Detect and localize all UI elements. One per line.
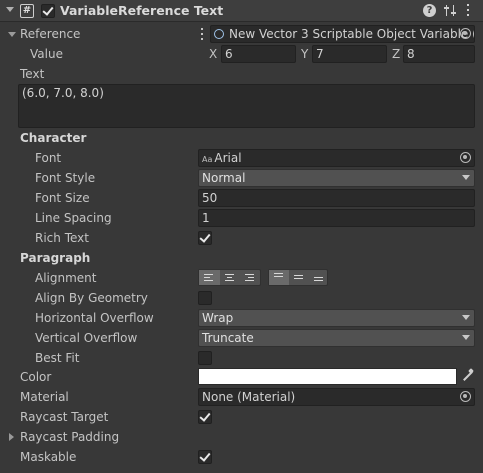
raycast-padding-label[interactable]: Raycast Padding: [20, 430, 119, 444]
horizontal-alignment-group[interactable]: [198, 269, 261, 286]
reference-value: New Vector 3 Scriptable Object Variable …: [229, 27, 475, 41]
material-value: None (Material): [202, 390, 296, 404]
script-hash-icon: #: [20, 4, 34, 18]
chevron-down-icon: [462, 315, 470, 320]
chevron-down-icon: [462, 335, 470, 340]
z-label[interactable]: Z: [392, 47, 400, 61]
more-vert-icon[interactable]: [466, 3, 470, 17]
font-asset-icon: Aa: [202, 155, 213, 164]
vertical-overflow-label: Vertical Overflow: [35, 331, 138, 345]
y-label[interactable]: Y: [301, 47, 308, 61]
font-style-value: Normal: [202, 171, 246, 185]
scriptable-object-icon: [214, 29, 224, 39]
component-enabled-checkbox[interactable]: [41, 4, 55, 18]
value-label: Value: [30, 47, 63, 61]
reference-options-icon[interactable]: [201, 28, 204, 40]
align-bottom-icon: [314, 277, 325, 283]
align-left-button[interactable]: [199, 270, 220, 285]
rich-text-label: Rich Text: [35, 231, 89, 245]
vertical-overflow-dropdown[interactable]: Truncate: [198, 329, 475, 347]
component-header[interactable]: # VariableReference Text ?: [0, 0, 483, 22]
preset-icon[interactable]: [444, 4, 457, 17]
vertical-overflow-value: Truncate: [202, 331, 254, 345]
material-label: Material: [20, 390, 69, 404]
raycast-target-checkbox[interactable]: [198, 410, 212, 424]
font-size-field[interactable]: 50: [198, 189, 475, 207]
reference-label: Reference: [20, 27, 81, 41]
color-swatch[interactable]: [198, 368, 457, 385]
character-heading: Character: [20, 131, 87, 145]
align-right-icon: [245, 274, 256, 283]
font-style-dropdown[interactable]: Normal: [198, 169, 475, 187]
z-field[interactable]: 8: [403, 45, 475, 63]
x-field[interactable]: 6: [221, 45, 296, 63]
reference-foldout-icon[interactable]: [8, 32, 16, 37]
text-value: (6.0, 7.0, 8.0): [22, 86, 104, 100]
align-left-icon: [204, 274, 215, 283]
maskable-label: Maskable: [20, 450, 77, 464]
best-fit-label: Best Fit: [35, 351, 80, 365]
align-by-geometry-label: Align By Geometry: [35, 291, 148, 305]
x-label[interactable]: X: [209, 47, 217, 61]
paragraph-heading: Paragraph: [20, 251, 91, 265]
chevron-down-icon: [462, 175, 470, 180]
eyedropper-icon[interactable]: [462, 368, 474, 383]
y-field[interactable]: 7: [312, 45, 387, 63]
font-picker-icon[interactable]: [460, 152, 471, 163]
font-field[interactable]: Aa Arial: [198, 149, 475, 167]
component-title: VariableReference Text: [60, 3, 224, 18]
align-by-geometry-checkbox[interactable]: [198, 291, 212, 305]
raycast-target-label: Raycast Target: [20, 410, 109, 424]
horizontal-overflow-value: Wrap: [202, 311, 234, 325]
align-bottom-button[interactable]: [309, 270, 328, 285]
line-spacing-field[interactable]: 1: [198, 209, 475, 227]
font-value: Arial: [214, 151, 242, 165]
font-label: Font: [35, 151, 62, 165]
align-center-icon: [225, 274, 236, 283]
vertical-alignment-group[interactable]: [268, 269, 328, 286]
align-middle-button[interactable]: [289, 270, 309, 285]
font-size-label: Font Size: [35, 191, 90, 205]
text-label: Text: [20, 67, 45, 81]
horizontal-overflow-label: Horizontal Overflow: [35, 311, 154, 325]
align-top-icon: [274, 273, 285, 279]
raycast-padding-foldout-icon[interactable]: [9, 433, 14, 441]
color-label: Color: [20, 370, 52, 384]
object-picker-icon[interactable]: [460, 28, 471, 39]
best-fit-checkbox[interactable]: [198, 351, 212, 365]
horizontal-overflow-dropdown[interactable]: Wrap: [198, 309, 475, 327]
text-area[interactable]: (6.0, 7.0, 8.0): [18, 84, 475, 128]
alignment-label: Alignment: [35, 271, 97, 285]
material-field[interactable]: None (Material): [198, 388, 475, 406]
reference-object-field[interactable]: New Vector 3 Scriptable Object Variable …: [210, 25, 475, 43]
align-middle-icon: [294, 275, 305, 281]
align-top-button[interactable]: [269, 270, 289, 285]
line-spacing-label: Line Spacing: [35, 211, 112, 225]
foldout-arrow-icon[interactable]: [6, 7, 14, 12]
rich-text-checkbox[interactable]: [198, 231, 212, 245]
font-style-label: Font Style: [35, 171, 96, 185]
maskable-checkbox[interactable]: [198, 450, 212, 464]
help-icon[interactable]: ?: [423, 4, 436, 17]
align-center-button[interactable]: [220, 270, 241, 285]
align-right-button[interactable]: [240, 270, 261, 285]
material-picker-icon[interactable]: [460, 391, 471, 402]
